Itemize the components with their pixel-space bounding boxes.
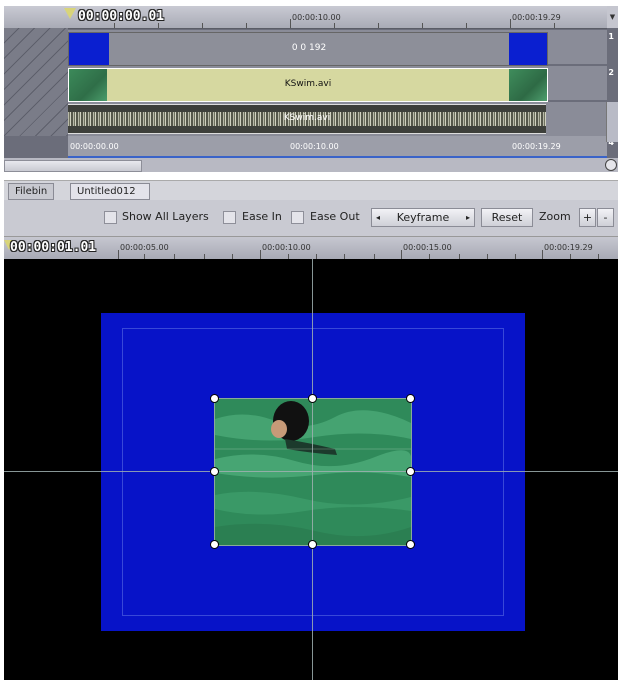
handle-middle-right[interactable] xyxy=(406,467,415,476)
preview-ruler-label-15s: 00:00:15.00 xyxy=(403,243,452,252)
show-all-layers-label: Show All Layers xyxy=(122,210,209,223)
zoom-label: Zoom xyxy=(539,210,571,223)
zoom-in-button[interactable]: + xyxy=(579,208,596,227)
color-clip-head xyxy=(69,33,109,65)
arrow-left-icon[interactable]: ◂ xyxy=(376,209,380,226)
timeline-vertical-scrollbar[interactable] xyxy=(606,102,618,142)
show-all-layers-checkbox[interactable] xyxy=(104,211,117,224)
audio-clip-label: KSwim.avi xyxy=(283,113,331,123)
preview-ruler-label-end: 00:00:19.29 xyxy=(544,243,593,252)
preview-ruler-label-10s: 00:00:10.00 xyxy=(262,243,311,252)
track-number-1: 1 xyxy=(608,32,614,41)
ease-out-checkbox[interactable] xyxy=(291,211,304,224)
arrow-right-icon[interactable]: ▸ xyxy=(466,209,470,226)
preview-viewport[interactable] xyxy=(4,259,618,680)
handle-top-right[interactable] xyxy=(406,394,415,403)
color-clip[interactable]: 0 0 192 xyxy=(68,32,548,66)
horizontal-center-guide xyxy=(4,471,618,472)
tab-untitled012[interactable]: Untitled012 xyxy=(70,183,150,200)
tab-bar: Filebin Untitled012 xyxy=(4,180,618,201)
handle-top-left[interactable] xyxy=(210,394,219,403)
track-number-2: 2 xyxy=(608,68,614,77)
keyframe-button[interactable]: ◂ Keyframe ▸ xyxy=(371,208,475,227)
bottom-label-end: 00:00:19.29 xyxy=(512,142,561,151)
timeline-ruler[interactable]: 00:00:00.01 00:00:10.00 00:00:19.29 xyxy=(4,6,607,29)
video-clip[interactable]: KSwim.avi xyxy=(68,68,548,102)
playhead-marker-icon[interactable] xyxy=(64,8,76,19)
keyframe-toolbar: Show All Layers Ease In Ease Out ◂ Keyfr… xyxy=(4,200,618,237)
bottom-label-10s: 00:00:10.00 xyxy=(290,142,339,151)
video-clip-thumbnail-end xyxy=(509,69,547,101)
preview-ruler-label-5s: 00:00:05.00 xyxy=(120,243,169,252)
tab-filebin[interactable]: Filebin xyxy=(8,183,55,200)
video-layer[interactable] xyxy=(214,398,412,546)
video-clip-label: KSwim.avi xyxy=(284,79,332,89)
timeline-horizontal-scrollbar[interactable] xyxy=(4,158,618,172)
timeline-panel: 00:00:00.01 00:00:10.00 00:00:19.29 ▼ 0 … xyxy=(4,6,618,158)
ease-in-checkbox[interactable] xyxy=(223,211,236,224)
audio-clip[interactable]: KSwim.avi xyxy=(68,104,546,134)
preview-ruler[interactable]: 00:00:01.01 00:00:05.00 00:00:10.00 00:0… xyxy=(4,237,618,260)
track-headers-area xyxy=(4,28,68,136)
handle-bottom-center[interactable] xyxy=(308,540,317,549)
bottom-label-start: 00:00:00.00 xyxy=(70,142,119,151)
keyframe-label: Keyframe xyxy=(396,211,450,224)
ruler-label-10s: 00:00:10.00 xyxy=(292,13,341,22)
ruler-scroll-down-icon[interactable]: ▼ xyxy=(607,6,618,28)
handle-top-center[interactable] xyxy=(308,394,317,403)
scrollbar-thumb[interactable] xyxy=(4,160,142,172)
reset-button[interactable]: Reset xyxy=(481,208,533,227)
timeline-bottom-ruler: 00:00:00.00 00:00:10.00 00:00:19.29 xyxy=(68,136,607,158)
handle-bottom-left[interactable] xyxy=(210,540,219,549)
vertical-center-guide xyxy=(312,259,313,680)
color-clip-label: 0 0 192 xyxy=(291,43,327,53)
ease-in-label: Ease In xyxy=(242,210,282,223)
swimmer-video-frame xyxy=(215,399,411,545)
video-clip-thumbnail-start xyxy=(69,69,107,101)
ease-out-label: Ease Out xyxy=(310,210,360,223)
handle-bottom-right[interactable] xyxy=(406,540,415,549)
current-timecode: 00:00:00.01 xyxy=(78,9,165,24)
handle-middle-left[interactable] xyxy=(210,467,219,476)
color-clip-tail xyxy=(509,33,547,65)
zoom-magnifier-icon[interactable] xyxy=(605,159,617,171)
ruler-label-end: 00:00:19.29 xyxy=(512,13,561,22)
preview-timecode: 00:00:01.01 xyxy=(10,240,97,255)
zoom-out-button[interactable]: - xyxy=(597,208,614,227)
